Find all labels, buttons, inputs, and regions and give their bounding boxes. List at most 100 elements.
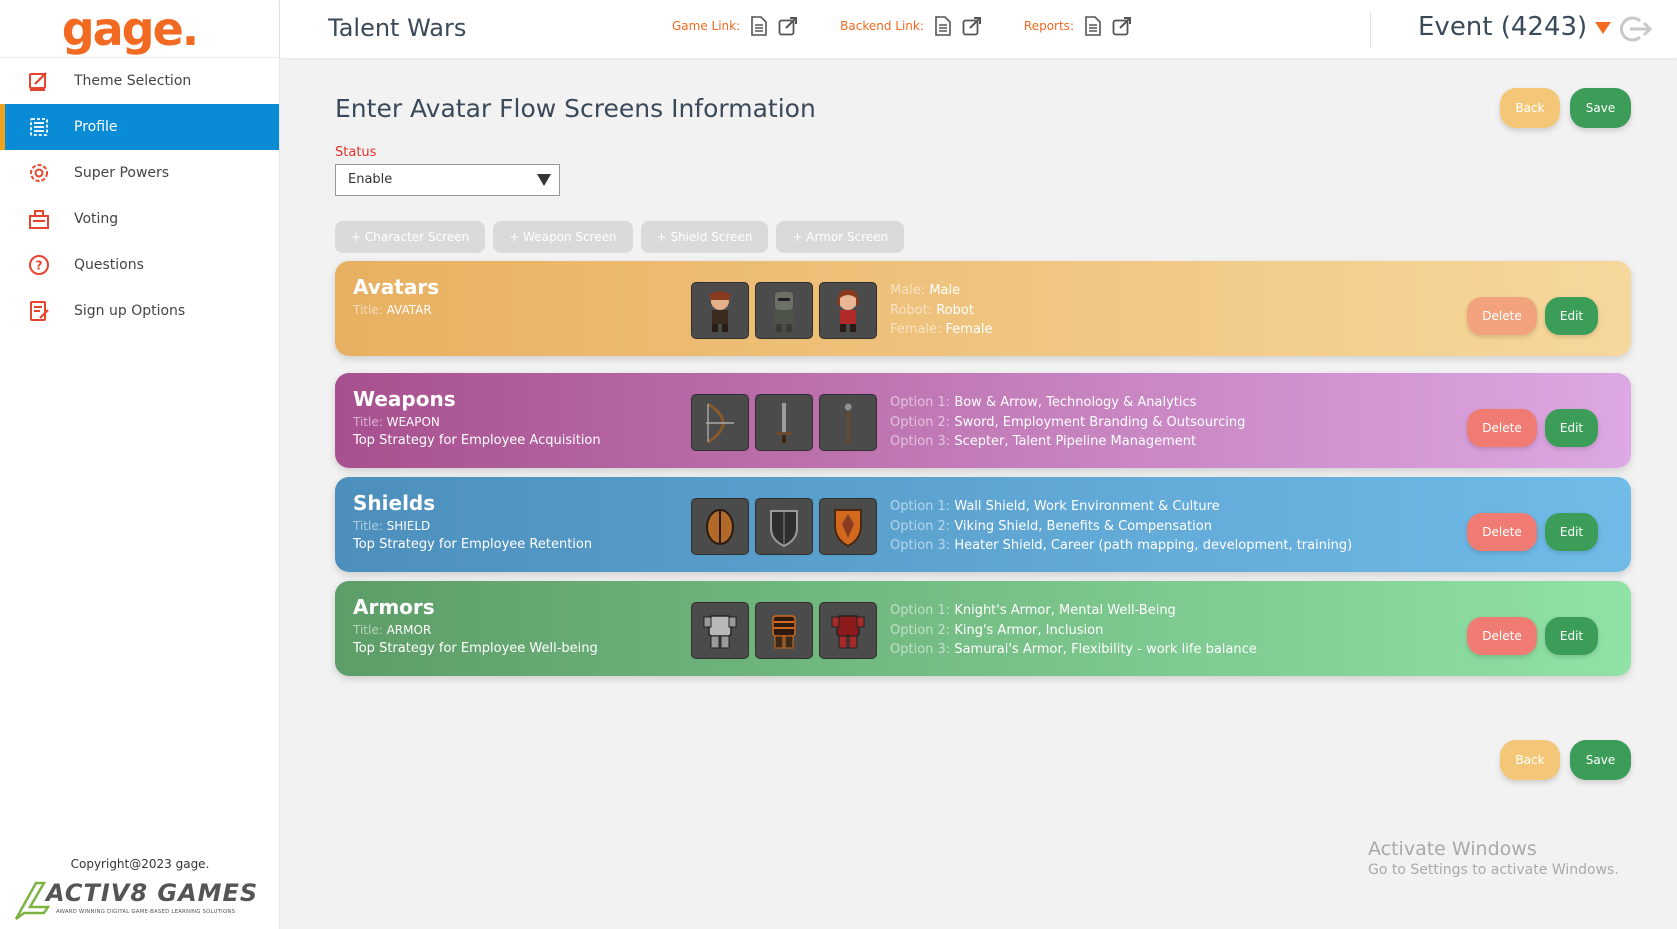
main-content: Enter Avatar Flow Screens Information Ba…: [280, 58, 1677, 929]
status-select[interactable]: Enable: [335, 164, 560, 196]
option-key: Male:: [890, 283, 926, 298]
edit-button[interactable]: Edit: [1545, 513, 1598, 551]
profile-icon: [28, 116, 50, 138]
option-row: Robot: Robot: [890, 301, 993, 321]
card-subtitle: Title: ARMOR: [353, 623, 431, 637]
option-row: Option 3: Scepter, Talent Pipeline Manag…: [890, 432, 1245, 452]
option-value: Viking Shield, Benefits & Compensation: [954, 518, 1212, 534]
add-shield-screen-button[interactable]: + Shield Screen: [640, 221, 769, 253]
event-label: Event (4243): [1418, 12, 1588, 42]
signup-icon: [28, 300, 50, 322]
sidebar-nav: Theme Selection Profile Super Powers Vot…: [0, 58, 279, 334]
delete-button[interactable]: Delete: [1467, 409, 1537, 447]
edit-button[interactable]: Edit: [1545, 297, 1598, 335]
king-armor-icon: [755, 602, 813, 659]
option-key: Option 3:: [890, 434, 951, 449]
watermark-title: Activate Windows: [1368, 838, 1537, 860]
option-value: Heater Shield, Career (path mapping, dev…: [954, 538, 1353, 553]
option-key: Female:: [890, 322, 942, 337]
page-title: Enter Avatar Flow Screens Information: [335, 94, 816, 123]
sidebar-item-voting[interactable]: Voting: [0, 196, 279, 242]
knight-armor-icon: [691, 602, 749, 659]
sword-icon: [755, 394, 813, 451]
option-row: Female: Female: [890, 320, 993, 340]
male-avatar-icon: [691, 282, 749, 339]
sidebar-item-profile[interactable]: Profile: [0, 104, 279, 150]
sidebar-item-label: Questions: [74, 257, 144, 273]
copy-icon[interactable]: [750, 16, 768, 36]
copyright: Copyright@2023 gage.: [70, 857, 210, 871]
windows-activation-watermark: Activate Windows Go to Settings to activ…: [1368, 838, 1619, 878]
card-thumbnails: [691, 282, 883, 339]
copy-icon[interactable]: [934, 16, 952, 36]
option-value: King's Armor, Inclusion: [954, 622, 1104, 638]
question-icon: ?: [28, 254, 50, 276]
subtitle-value: AVATAR: [386, 303, 432, 317]
logo[interactable]: gage.: [0, 0, 279, 58]
sidebar-item-label: Super Powers: [74, 165, 170, 181]
robot-avatar-icon: [755, 282, 813, 339]
save-button[interactable]: Save: [1570, 88, 1631, 128]
subtitle-value: WEAPON: [386, 415, 440, 429]
add-armor-screen-button[interactable]: + Armor Screen: [776, 221, 905, 253]
voting-icon: [28, 208, 50, 230]
card-description: Top Strategy for Employee Retention: [353, 537, 593, 552]
option-key: Option 2:: [890, 622, 951, 638]
female-avatar-icon: [819, 282, 877, 339]
backend-link: Backend Link:: [840, 16, 992, 36]
subtitle-value: SHIELD: [386, 519, 431, 533]
card-title: Armors: [353, 595, 435, 619]
watermark-subtitle: Go to Settings to activate Windows.: [1368, 862, 1619, 878]
option-value: Scepter, Talent Pipeline Management: [954, 434, 1197, 449]
delete-button[interactable]: Delete: [1467, 617, 1537, 655]
brand-name: ACTIV8 GAMES: [46, 879, 259, 907]
option-row: Option 1: Knight's Armor, Mental Well-Be…: [890, 601, 1257, 621]
sidebar-item-label: Sign up Options: [74, 303, 186, 319]
edit-button[interactable]: Edit: [1545, 617, 1598, 655]
reports-link-label: Reports:: [1023, 19, 1074, 33]
edit-button[interactable]: Edit: [1545, 409, 1598, 447]
subtitle-value: ARMOR: [386, 623, 432, 637]
delete-button[interactable]: Delete: [1467, 297, 1537, 335]
option-key: Option 2:: [890, 414, 951, 430]
add-weapon-screen-button[interactable]: + Weapon Screen: [493, 221, 633, 253]
card-description: Top Strategy for Employee Acquisition: [353, 433, 601, 448]
back-button[interactable]: Back: [1500, 88, 1560, 128]
sidebar-item-theme-selection[interactable]: Theme Selection: [0, 58, 279, 104]
sidebar-item-sign-up-options[interactable]: Sign up Options: [0, 288, 279, 334]
option-value: Robot: [936, 302, 974, 318]
event-selector[interactable]: Event (4243): [1418, 12, 1612, 42]
card-subtitle: Title: WEAPON: [353, 415, 440, 429]
back-button-bottom[interactable]: Back: [1500, 740, 1560, 780]
option-row: Option 3: Samurai's Armor, Flexibility -…: [890, 640, 1257, 660]
brand-logo: ACTIV8 GAMES AWARD WINNING DIGITAL GAME-…: [14, 877, 269, 923]
sidebar: gage. Theme Selection Profile Super Powe…: [0, 0, 280, 929]
option-value: Knight's Armor, Mental Well-Being: [954, 603, 1176, 618]
external-link-icon[interactable]: [778, 16, 798, 36]
sidebar-item-questions[interactable]: ? Questions: [0, 242, 279, 288]
option-row: Male: Male: [890, 281, 993, 301]
card-subtitle: Title: SHIELD: [353, 519, 430, 533]
subtitle-key: Title:: [353, 519, 383, 533]
copy-icon[interactable]: [1084, 16, 1102, 36]
card-thumbnails: [691, 394, 883, 451]
option-row: Option 2: Sword, Employment Branding & O…: [890, 413, 1245, 433]
option-value: Female: [945, 322, 993, 337]
external-link-icon[interactable]: [1112, 16, 1132, 36]
reports-link: Reports:: [1024, 16, 1142, 36]
option-row: Option 3: Heater Shield, Career (path ma…: [890, 536, 1352, 556]
game-link-label: Game Link:: [672, 19, 741, 33]
delete-button[interactable]: Delete: [1467, 513, 1537, 551]
option-value: Wall Shield, Work Environment & Culture: [954, 499, 1220, 514]
wall-shield-icon: [691, 498, 749, 555]
card-title: Weapons: [353, 387, 456, 411]
logout-icon[interactable]: [1618, 14, 1652, 44]
armors-card: Armors Title: ARMOR Top Strategy for Emp…: [335, 581, 1631, 676]
save-button-bottom[interactable]: Save: [1570, 740, 1631, 780]
option-key: Robot:: [890, 302, 933, 318]
option-value: Sword, Employment Branding & Outsourcing: [954, 414, 1246, 430]
theme-icon: [28, 70, 50, 92]
sidebar-item-super-powers[interactable]: Super Powers: [0, 150, 279, 196]
add-character-screen-button[interactable]: + Character Screen: [335, 221, 486, 253]
external-link-icon[interactable]: [962, 16, 982, 36]
